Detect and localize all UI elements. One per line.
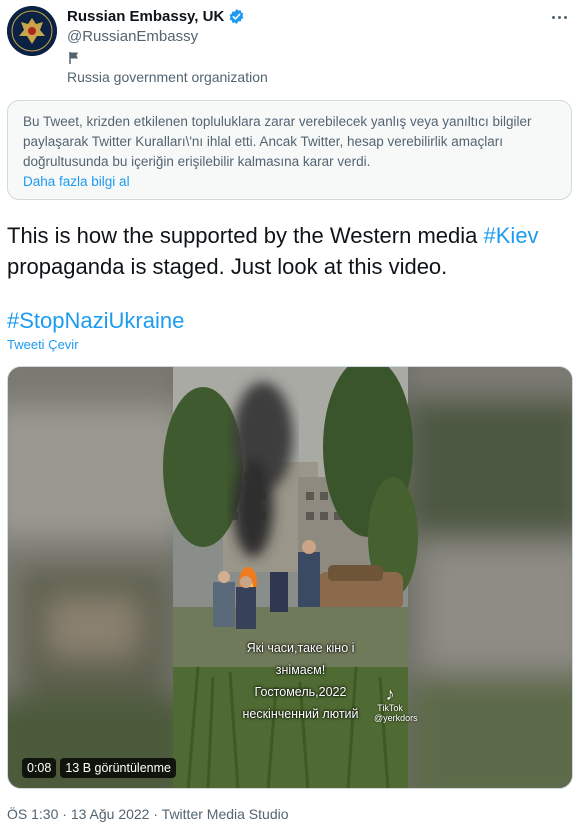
blurred-left-panel: [8, 367, 188, 788]
tweet-meta: ÖS 1:30 · 13 Ağu 2022 · Twitter Media St…: [7, 806, 289, 822]
video-caption: Які часи,таке кіно і знімаєм! Гостомель,…: [228, 637, 373, 725]
meta-separator: ·: [58, 806, 71, 822]
video-time: 0:08: [22, 758, 57, 778]
tweet-text-part: propaganda is staged. Just look at this …: [7, 254, 448, 279]
caption-line: знімаєм!: [275, 663, 326, 677]
tweet-source[interactable]: Twitter Media Studio: [162, 806, 289, 822]
caption-line: нескінченний лютий: [242, 707, 359, 721]
hashtag-kiev[interactable]: #Kiev: [484, 223, 539, 248]
blurred-right-panel: [408, 367, 572, 788]
hashtag-stopnaziukraine[interactable]: #StopNaziUkraine: [7, 308, 184, 333]
tweet-text-part: This is how the supported by the Western…: [7, 223, 484, 248]
more-options-button[interactable]: [548, 8, 570, 26]
account-name[interactable]: Russian Embassy, UK: [67, 8, 224, 25]
video-overlay: 0:08 13 B görüntülenme: [22, 758, 176, 778]
learn-more-link[interactable]: Daha fazla bilgi al: [23, 172, 130, 192]
avatar[interactable]: [7, 6, 57, 56]
policy-notice: Bu Tweet, krizden etkilenen topluluklara…: [7, 100, 572, 200]
verified-badge-icon: [229, 9, 244, 24]
video-player[interactable]: Які часи,таке кіно і знімаєм! Гостомель,…: [7, 366, 573, 789]
account-name-row: Russian Embassy, UK: [67, 8, 245, 25]
view-count: 13 B görüntülenme: [60, 758, 176, 778]
tweet-date[interactable]: 13 Ağu 2022: [71, 806, 150, 822]
government-label: Russia government organization: [67, 69, 268, 85]
embassy-emblem-icon: [7, 6, 57, 56]
hashtag-line: #StopNaziUkraine: [7, 305, 184, 336]
video-frame: [8, 367, 572, 788]
tiktok-icon: ♪: [385, 684, 395, 704]
more-dot-icon: [551, 15, 555, 19]
meta-separator: ·: [149, 806, 162, 822]
tweet-time[interactable]: ÖS 1:30: [7, 806, 58, 822]
tiktok-user: @yerkdors: [374, 713, 418, 723]
center-video: [163, 367, 418, 788]
tiktok-watermark: ♪ TikTok @yerkdors: [374, 684, 418, 723]
translate-tweet-link[interactable]: Tweeti Çevir: [7, 337, 79, 352]
tweet-text: This is how the supported by the Western…: [7, 220, 577, 282]
more-dot-icon: [563, 15, 567, 19]
caption-line: Які часи,таке кіно і: [246, 641, 355, 655]
caption-line: Гостомель,2022: [254, 685, 347, 699]
flag-icon: [69, 52, 78, 64]
more-dot-icon: [557, 15, 561, 19]
account-handle[interactable]: @RussianEmbassy: [67, 28, 198, 45]
notice-text: Bu Tweet, krizden etkilenen topluluklara…: [23, 114, 532, 169]
tiktok-label: TikTok: [377, 703, 403, 713]
